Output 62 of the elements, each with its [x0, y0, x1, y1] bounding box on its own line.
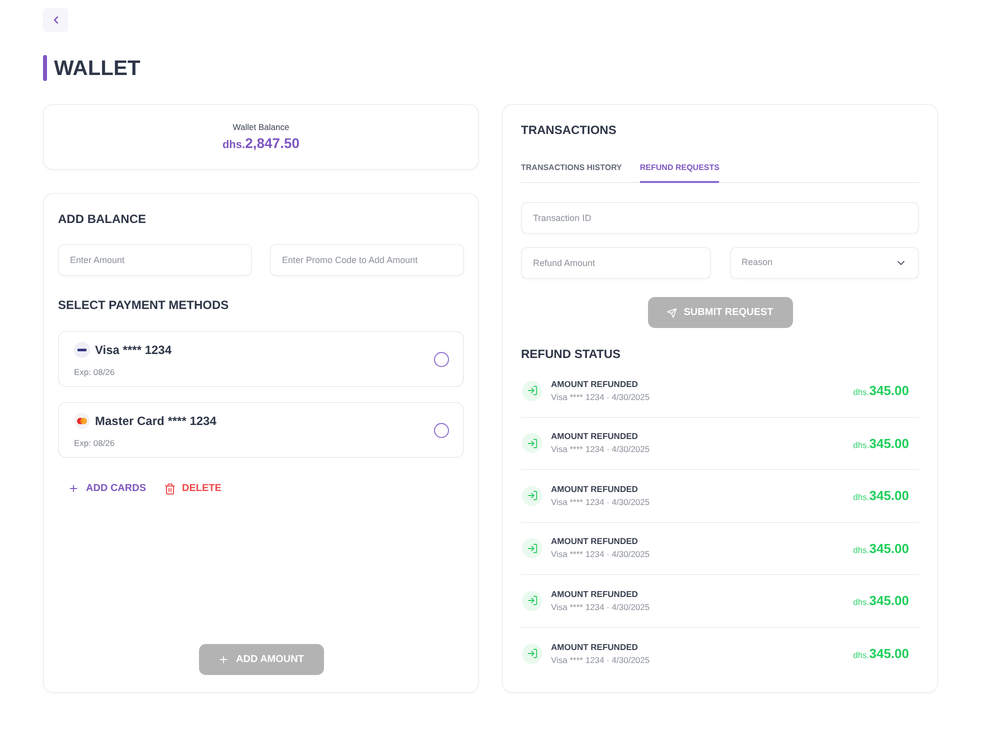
currency-label: dhs. — [853, 438, 870, 452]
card-logo-icon — [74, 342, 90, 358]
refund-amount: 345.00 — [869, 645, 909, 663]
currency-label: dhs. — [853, 491, 870, 504]
balance-label: Wallet Balance — [232, 120, 290, 132]
refund-detail: Visa **** 1234 · 4/30/2025 — [551, 444, 650, 456]
section-title: SELECT PAYMENT METHODS — [58, 298, 230, 312]
refund-status: AMOUNT REFUNDED — [551, 484, 639, 494]
reason-select[interactable]: Reason — [730, 247, 919, 279]
refund-status: AMOUNT REFUNDED — [551, 378, 639, 389]
title-accent-bar — [43, 55, 47, 81]
currency-label: dhs. — [853, 544, 870, 556]
card-expiry: Exp: 08/26 — [74, 366, 116, 376]
overlapping-circles-icon — [74, 412, 90, 428]
refund-amount: 345.00 — [869, 382, 909, 400]
refund-amount: 345.00 — [869, 487, 909, 505]
radio-button[interactable] — [434, 352, 449, 366]
arrow-into-box-icon — [522, 380, 542, 401]
refund-detail: Visa **** 1234 · 4/30/2025 — [551, 602, 650, 613]
refund-detail: Visa **** 1234 · 4/30/2025 — [551, 549, 650, 560]
arrow-into-box-icon — [522, 538, 542, 558]
tab[interactable]: TRANSACTIONS HISTORY — [521, 163, 622, 183]
card-expiry: Exp: 08/26 — [74, 438, 116, 448]
balance-amount: 2,847.50 — [245, 134, 300, 152]
payment-card-option[interactable]: Master Card **** 1234 Exp: 08/26 — [58, 402, 464, 458]
arrow-into-box-icon — [522, 433, 542, 454]
plus-icon — [68, 483, 79, 494]
refund-amount: 345.00 — [869, 540, 909, 558]
currency-label: dhs. — [853, 386, 870, 399]
refund-detail: Visa **** 1234 · 4/30/2025 — [551, 496, 650, 508]
plus-icon — [218, 654, 230, 665]
trash-icon — [164, 482, 176, 494]
card-name: Visa **** 1234 — [95, 342, 172, 356]
refund-detail: Visa **** 1234 · 4/30/2025 — [551, 392, 650, 403]
arrow-into-box-icon — [522, 486, 542, 506]
refund-amount: 345.00 — [869, 592, 909, 610]
refund-detail: Visa **** 1234 · 4/30/2025 — [551, 654, 650, 666]
section-title: TRANSACTIONS — [521, 123, 618, 137]
radio-button[interactable] — [434, 422, 449, 438]
add-cards-button[interactable]: ADD CARDS — [68, 481, 146, 496]
input-field[interactable]: Enter Promo Code to Add Amount — [270, 244, 464, 276]
delete-button[interactable]: DELETE — [164, 481, 222, 496]
input-field[interactable]: Enter Amount — [58, 244, 252, 276]
arrow-into-box-icon — [522, 590, 542, 611]
currency-label: dhs. — [853, 649, 870, 662]
refund-status: AMOUNT REFUNDED — [551, 642, 639, 652]
section-title: ADD BALANCE — [58, 212, 147, 226]
tab[interactable]: REFUND REQUESTS — [640, 163, 720, 183]
payment-card-option[interactable]: Visa **** 1234 Exp: 08/26 — [58, 331, 464, 387]
refund-status: AMOUNT REFUNDED — [551, 431, 639, 442]
refund-status: AMOUNT REFUNDED — [551, 588, 639, 599]
refund-status: AMOUNT REFUNDED — [551, 536, 639, 546]
card-name: Master Card **** 1234 — [95, 414, 216, 428]
input-field[interactable]: Refund Amount — [521, 247, 710, 279]
refund-amount: 345.00 — [869, 434, 909, 452]
currency-label: dhs. — [853, 596, 870, 609]
input-field[interactable]: Transaction ID — [521, 202, 919, 234]
send-icon — [666, 308, 677, 318]
page-title: WALLET — [54, 58, 140, 78]
section-title: REFUND STATUS — [521, 347, 622, 361]
currency-label: dhs. — [222, 138, 246, 152]
arrow-into-box-icon — [522, 644, 542, 664]
